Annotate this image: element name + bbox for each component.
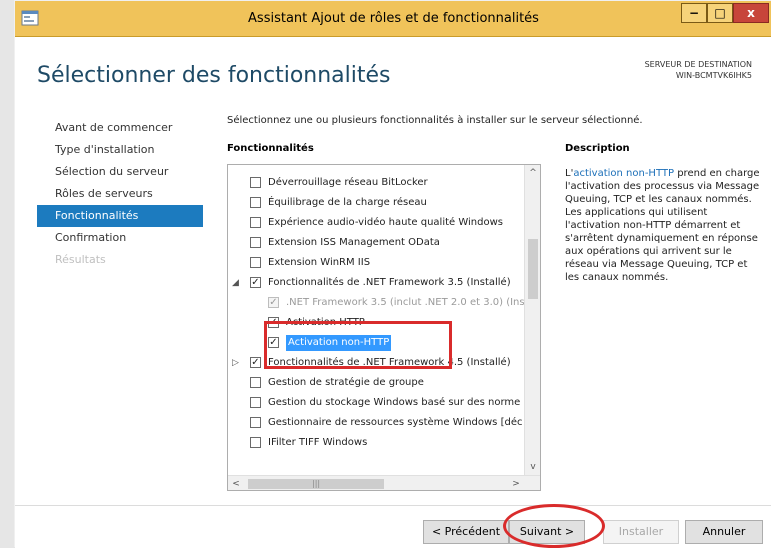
feature-label: Gestionnaire de ressources système Windo… [268,417,523,428]
feature-label: Gestion du stockage Windows basé sur des… [268,397,521,408]
cancel-button[interactable]: Annuler [685,520,763,544]
scroll-up-icon[interactable]: ^ [525,165,540,181]
intro-text: Sélectionnez une ou plusieurs fonctionna… [227,115,643,126]
nav-item-0[interactable]: Avant de commencer [37,117,203,139]
expand-toggle-icon[interactable]: ▷ [232,353,239,373]
feature-row[interactable]: ✓ .NET Framework 3.5 (inclut .NET 2.0 et … [228,293,525,313]
destination-server-info: SERVEUR DE DESTINATION WIN-BCMTVK6IHK5 [645,59,752,81]
title-bar: Assistant Ajout de rôles et de fonctionn… [15,1,771,37]
nav-item-4[interactable]: Fonctionnalités [37,205,203,227]
maximize-button[interactable]: □ [707,3,733,23]
wizard-nav: Avant de commencer Type d'installation Sél… [37,117,203,271]
description-link[interactable]: activation non-HTTP [573,168,674,179]
scroll-grip-icon: ||| [312,479,321,488]
feature-checkbox[interactable] [250,377,261,388]
feature-checkbox[interactable] [250,237,261,248]
expand-toggle-icon[interactable]: ◢ [232,273,239,293]
description-text: L'activation non-HTTP prend en charge l'… [565,167,761,284]
feature-row[interactable]: ◢ ✓ Fonctionnalités de .NET Framework 3.5 … [228,273,524,293]
vertical-scroll-thumb[interactable] [528,239,538,299]
feature-label: Déverrouillage réseau BitLocker [268,177,428,188]
feature-label: Équilibrage de la charge réseau [268,197,427,208]
feature-checkbox[interactable] [250,257,261,268]
feature-label: Fonctionnalités de .NET Framework 3.5 (I… [268,277,511,288]
feature-row[interactable]: Déverrouillage réseau BitLocker [228,173,524,193]
nav-item-6: Résultats [55,253,106,266]
feature-checkbox[interactable] [250,417,261,428]
features-header: Fonctionnalités [227,143,314,154]
wizard-footer: < Précédent Suivant > Installer Annuler [15,505,771,548]
nav-item-2[interactable]: Sélection du serveur [37,161,203,183]
minimize-icon: − [688,6,700,20]
feature-row[interactable]: Équilibrage de la charge réseau [228,193,524,213]
feature-row[interactable]: IFilter TIFF Windows [228,433,524,453]
feature-label: Gestion de stratégie de groupe [268,377,424,388]
feature-checkbox[interactable] [250,397,261,408]
feature-row[interactable]: Extension ISS Management OData [228,233,524,253]
annotation-highlight-circle [503,504,605,548]
page-title: Sélectionner des fonctionnalités [37,63,391,88]
description-header: Description [565,143,630,154]
destination-label: SERVEUR DE DESTINATION [644,60,752,69]
minimize-button[interactable]: − [681,3,707,23]
install-button[interactable]: Installer [603,520,679,544]
nav-item-1[interactable]: Type d'installation [37,139,203,161]
feature-row[interactable]: Gestion du stockage Windows basé sur des… [228,393,524,413]
maximize-icon: □ [714,6,726,20]
nav-item-3[interactable]: Rôles de serveurs [37,183,203,205]
horizontal-scrollbar[interactable]: < ||| > [228,475,540,490]
feature-checkbox[interactable]: ✓ [250,357,261,368]
feature-label: Extension ISS Management OData [268,237,440,248]
close-button[interactable]: x [733,3,769,23]
feature-label: Expérience audio-vidéo haute qualité Win… [268,217,503,228]
feature-row[interactable]: Gestion de stratégie de groupe [228,373,524,393]
feature-label: Extension WinRM IIS [268,257,371,268]
wizard-window: Assistant Ajout de rôles et de fonctionn… [14,0,771,548]
wizard-content: Sélectionner des fonctionnalités SERVEUR… [15,37,771,548]
feature-label: IFilter TIFF Windows [268,437,368,448]
destination-server-name: WIN-BCMTVK6IHK5 [675,71,752,80]
nav-item-5[interactable]: Confirmation [37,227,203,249]
feature-row[interactable]: Extension WinRM IIS [228,253,524,273]
feature-checkbox[interactable]: ✓ [268,297,279,308]
scroll-left-icon[interactable]: < [228,476,244,490]
annotation-highlight-box [264,321,452,369]
feature-row[interactable]: Gestionnaire de ressources système Windo… [228,413,524,433]
description-body: prend en charge l'activation des process… [565,168,760,283]
feature-checkbox[interactable] [250,437,261,448]
previous-button[interactable]: < Précédent [423,520,509,544]
close-icon: x [747,6,755,20]
vertical-scrollbar[interactable]: ^ v [524,165,540,475]
scroll-right-icon[interactable]: > [508,476,524,490]
feature-checkbox[interactable] [250,197,261,208]
feature-checkbox[interactable] [250,177,261,188]
feature-row[interactable]: Expérience audio-vidéo haute qualité Win… [228,213,524,233]
feature-checkbox[interactable] [250,217,261,228]
scroll-down-icon[interactable]: v [525,459,540,475]
window-title: Assistant Ajout de rôles et de fonctionn… [248,11,539,26]
feature-label: .NET Framework 3.5 (inclut .NET 2.0 et 3… [286,297,525,308]
feature-checkbox[interactable]: ✓ [250,277,261,288]
